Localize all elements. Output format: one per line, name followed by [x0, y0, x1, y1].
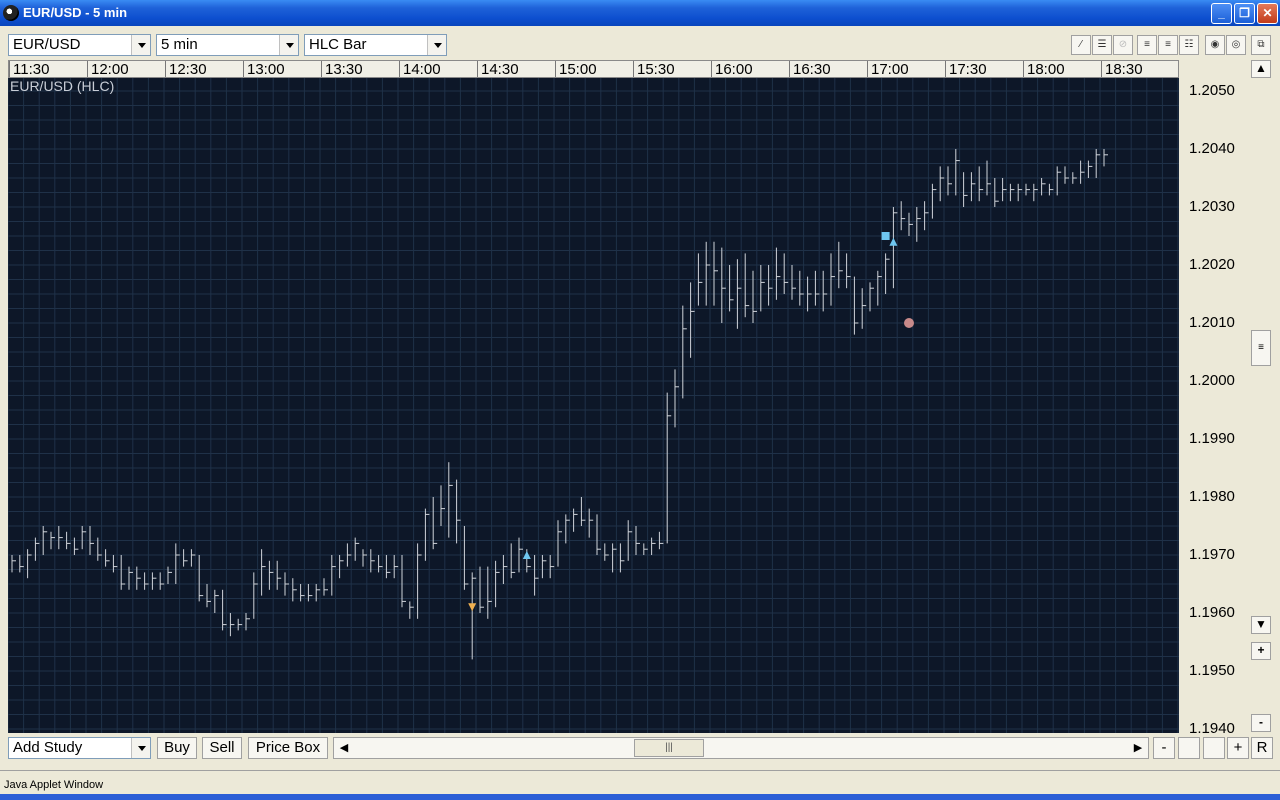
scroll-up-icon[interactable]: ▲ — [1251, 60, 1271, 78]
time-label: 15:00 — [555, 61, 597, 77]
price-label: 1.2020 — [1189, 256, 1235, 273]
time-label: 18:30 — [1101, 61, 1143, 77]
sell-marker — [468, 603, 477, 612]
price-label: 1.1970 — [1189, 546, 1235, 563]
time-label: 13:30 — [321, 61, 363, 77]
close-button[interactable]: ✕ — [1257, 3, 1278, 24]
price-label: 1.1960 — [1189, 604, 1235, 621]
chevron-down-icon[interactable] — [131, 35, 150, 55]
symbol-value: EUR/USD — [13, 36, 81, 53]
channel-tool-icon[interactable]: ☰ — [1092, 35, 1112, 55]
price-label: 1.1940 — [1189, 720, 1235, 733]
scroll-down-icon[interactable]: ▼ — [1251, 616, 1271, 634]
time-label: 14:30 — [477, 61, 519, 77]
symbol-select[interactable]: EUR/USD — [8, 34, 151, 56]
time-label: 14:00 — [399, 61, 441, 77]
time-label: 18:00 — [1023, 61, 1065, 77]
chart-type-select[interactable]: HLC Bar — [304, 34, 447, 56]
title-bar: EUR/USD - 5 min _ ❐ ✕ — [0, 0, 1280, 26]
scroll-right-icon[interactable]: ▶ — [1129, 739, 1147, 757]
time-label: 12:00 — [87, 61, 129, 77]
scroll-left-icon[interactable]: ◀ — [335, 739, 353, 757]
trendline-tool-icon[interactable]: ⁄ — [1071, 35, 1091, 55]
eraser-tool-icon[interactable]: ⊘ — [1113, 35, 1133, 55]
interval-value: 5 min — [161, 36, 198, 53]
maximize-button[interactable]: ❐ — [1234, 3, 1255, 24]
buy-button[interactable]: Buy — [157, 737, 197, 759]
zoom-in-icon[interactable]: ◉ — [1205, 35, 1225, 55]
zoom-out-price-button[interactable]: - — [1251, 714, 1271, 732]
window-title: EUR/USD - 5 min — [23, 5, 128, 20]
price-label: 1.2030 — [1189, 198, 1235, 215]
interval-select[interactable]: 5 min — [156, 34, 299, 56]
detach-window-icon[interactable]: ⧉ — [1251, 35, 1271, 55]
levels-icon[interactable]: ☷ — [1179, 35, 1199, 55]
zoom-in-price-button[interactable]: + — [1251, 642, 1271, 660]
time-label: 17:30 — [945, 61, 987, 77]
zoom-slider-left[interactable] — [1178, 737, 1200, 759]
status-bar: Java Applet Window — [0, 770, 1280, 794]
price-label: 1.1980 — [1189, 488, 1235, 505]
price-box-button[interactable]: Price Box — [248, 737, 328, 759]
price-label: 1.2000 — [1189, 372, 1235, 389]
add-study-label: Add Study — [13, 739, 83, 756]
price-chart[interactable]: EUR/USD (HLC) — [8, 78, 1179, 733]
time-label: 15:30 — [633, 61, 675, 77]
zoom-out-icon[interactable]: ◎ — [1226, 35, 1246, 55]
chevron-down-icon[interactable] — [279, 35, 298, 55]
add-study-select[interactable]: Add Study — [8, 737, 151, 759]
horizontal-scrollbar[interactable]: ◀ ||| ▶ — [333, 737, 1149, 759]
chart-canvas — [8, 78, 1179, 733]
vertical-scroll-thumb[interactable]: ≡ — [1251, 330, 1271, 366]
zoom-slider-right[interactable] — [1203, 737, 1225, 759]
time-label: 12:30 — [165, 61, 207, 77]
time-label: 16:00 — [711, 61, 753, 77]
reset-button[interactable]: R — [1251, 737, 1273, 759]
price-label: 1.1950 — [1189, 662, 1235, 679]
price-label: 1.1990 — [1189, 430, 1235, 447]
time-label: 13:00 — [243, 61, 285, 77]
toolbar: EUR/USD 5 min HLC Bar ⁄ ☰ ⊘ ≡ ≡ ☷ ◉ ◎ ⧉ — [0, 26, 1280, 60]
sell-button[interactable]: Sell — [202, 737, 242, 759]
time-label: 17:00 — [867, 61, 909, 77]
grid-lines-icon[interactable]: ≡ — [1137, 35, 1157, 55]
chart-series-label: EUR/USD (HLC) — [10, 78, 115, 94]
price-label: 1.2050 — [1189, 82, 1235, 99]
time-axis: 11:30 12:00 12:30 13:00 13:30 14:00 14:30 15:00… — [8, 60, 1179, 78]
minimize-button[interactable]: _ — [1211, 3, 1232, 24]
chevron-down-icon[interactable] — [427, 35, 446, 55]
vertical-scrollbar[interactable]: ▲ ≡ ▼ + - — [1249, 60, 1273, 733]
chevron-down-icon[interactable] — [131, 738, 150, 758]
zoom-out-time-button[interactable]: - — [1153, 737, 1175, 759]
bottom-bar: Add Study Buy Sell Price Box ◀ ||| ▶ - +… — [0, 733, 1280, 763]
price-axis[interactable]: 1.2050 1.2040 1.2030 1.2020 1.2010 1.2000 1.19… — [1179, 60, 1248, 733]
chart-type-value: HLC Bar — [309, 36, 367, 53]
zoom-in-time-button[interactable]: + — [1227, 737, 1249, 759]
time-label: 11:30 — [9, 61, 49, 77]
buy-marker — [889, 237, 898, 246]
order-marker — [881, 232, 890, 240]
app-icon — [3, 5, 19, 21]
fib-lines-icon[interactable]: ≡ — [1158, 35, 1178, 55]
price-label: 1.2010 — [1189, 314, 1235, 331]
taskbar-strip — [0, 794, 1280, 800]
price-label: 1.2040 — [1189, 140, 1235, 157]
horizontal-scroll-thumb[interactable]: ||| — [634, 739, 704, 757]
time-label: 16:30 — [789, 61, 831, 77]
stop-marker — [904, 318, 914, 328]
